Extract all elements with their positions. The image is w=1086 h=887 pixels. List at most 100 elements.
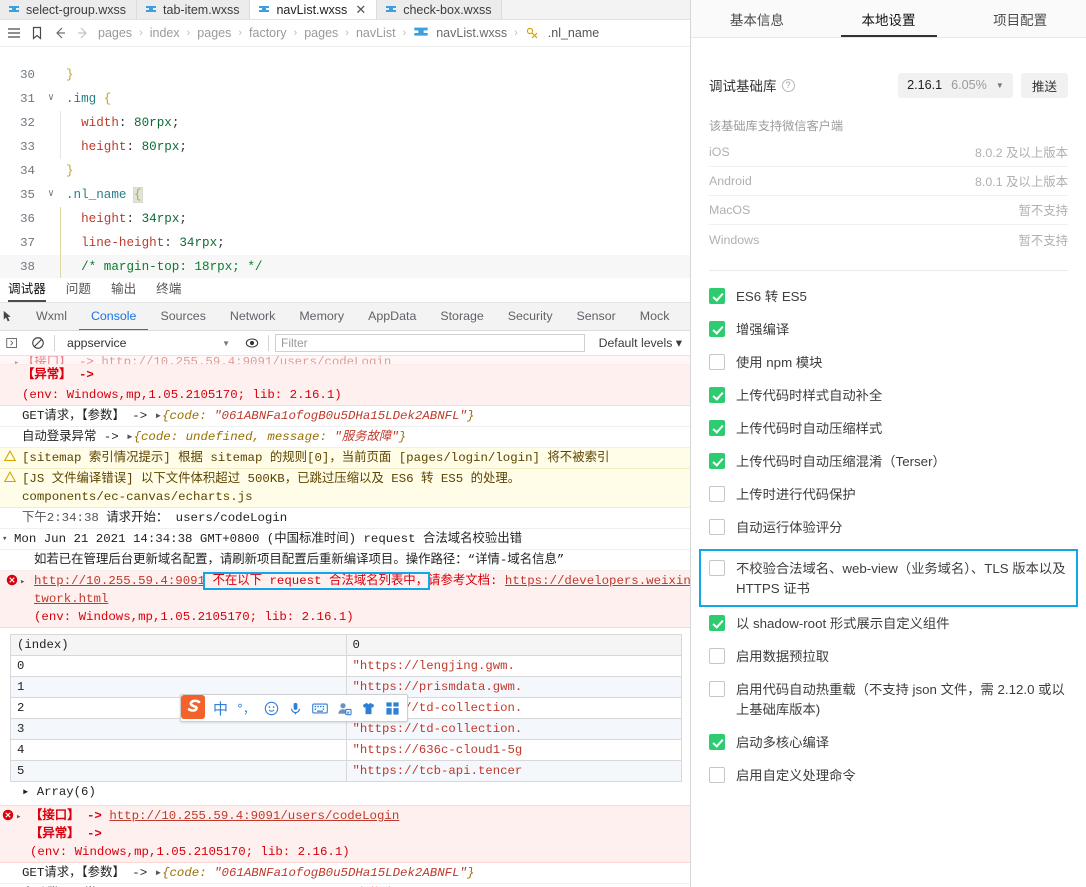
setting-autocomplete-styles[interactable]: 上传代码时样式自动补全 <box>709 386 1068 406</box>
checkbox[interactable] <box>709 734 725 750</box>
tab-project-config[interactable]: 项目配置 <box>954 0 1086 37</box>
user-account-icon[interactable] <box>337 701 352 716</box>
devtools-tab-sources[interactable]: Sources <box>148 303 217 331</box>
setting-es6-to-es5[interactable]: ES6 转 ES5 <box>709 287 1068 307</box>
bookmark-icon[interactable] <box>29 25 45 41</box>
setting-use-npm[interactable]: 使用 npm 模块 <box>709 353 1068 373</box>
console-row[interactable]: 自动登录异常 -> ▸{code: undefined, message: "服… <box>0 427 690 448</box>
console-row[interactable]: GET请求，【参数】 -> ▸{code: "061ABNFa1ofogB0u5… <box>0 863 690 884</box>
setting-code-protection[interactable]: 上传时进行代码保护 <box>709 485 1068 505</box>
breadcrumb-segment[interactable]: pages <box>98 26 132 40</box>
console-link[interactable]: http://10.255.59.4:9091/users/codeLogin <box>101 356 391 365</box>
setting-enhanced-compile[interactable]: 增强编译 <box>709 320 1068 340</box>
menu-icon[interactable] <box>6 25 22 41</box>
console-link[interactable]: http://10.255.59.4:9091/users/codeLogin <box>109 809 399 823</box>
toolbox-grid-icon[interactable] <box>385 701 400 716</box>
sogou-logo-icon[interactable] <box>177 690 211 724</box>
setting-multicore-compile[interactable]: 启动多核心编译 <box>709 733 1068 753</box>
console-doc-link[interactable]: https://developers.weixin.qq.com/ <box>505 574 690 588</box>
console-row[interactable]: GET请求，【参数】 -> ▸{code: "061ABNFa1ofogB0u5… <box>0 406 690 427</box>
tab-local-settings[interactable]: 本地设置 <box>823 0 955 37</box>
breadcrumb-segment[interactable]: pages <box>197 26 231 40</box>
expand-arrow-icon[interactable]: ▸ <box>155 866 162 880</box>
debugger-tab-debugger[interactable]: 调试器 <box>8 278 46 302</box>
punctuation-mode-icon[interactable]: °， <box>237 700 255 717</box>
skin-shirt-icon[interactable] <box>361 701 376 716</box>
devtools-tab-network[interactable]: Network <box>218 303 287 331</box>
breadcrumb-segment[interactable]: factory <box>249 26 287 40</box>
console-row-cut[interactable]: ▸ 【接口】 -> http://10.255.59.4:9091/users/… <box>0 356 690 365</box>
setting-auto-experience-score[interactable]: 自动运行体验评分 <box>709 518 1068 538</box>
collapse-arrow-icon[interactable]: ▾ <box>2 530 7 548</box>
console-row[interactable]: 如若已在管理后台更新域名配置，请刷新项目配置后重新编译项目。操作路径：“详情-域… <box>0 550 690 571</box>
debugger-tab-problems[interactable]: 问题 <box>66 278 91 302</box>
breadcrumb-segment-symbol[interactable]: .nl_name <box>548 26 599 40</box>
voice-input-icon[interactable] <box>288 701 303 716</box>
ime-toolbar[interactable]: 中 °， <box>180 694 408 722</box>
setting-data-prefetch[interactable]: 启用数据预拉取 <box>709 647 1068 667</box>
devtools-tab-mock[interactable]: Mock <box>628 303 682 331</box>
devtools-tab-security[interactable]: Security <box>496 303 565 331</box>
expand-arrow-icon[interactable]: ▸ <box>126 430 133 444</box>
expand-sidebar-icon[interactable] <box>2 337 22 349</box>
editor-tab[interactable]: select-group.wxss <box>0 0 137 19</box>
devtools-tab-storage[interactable]: Storage <box>428 303 495 331</box>
checkbox[interactable] <box>709 453 725 469</box>
expand-arrow-icon[interactable]: ▸ <box>16 808 21 826</box>
breadcrumb-segment[interactable]: navList <box>356 26 396 40</box>
code-editor[interactable]: 30 } 31 ∨ .img { 32 width: 80rpx; 33 hei… <box>0 47 690 278</box>
setting-minify-styles[interactable]: 上传代码时自动压缩样式 <box>709 419 1068 439</box>
chinese-mode-icon[interactable]: 中 <box>213 698 228 719</box>
tab-basic-info[interactable]: 基本信息 <box>691 0 823 37</box>
console-context-select[interactable]: appservice ▼ <box>61 336 236 350</box>
breadcrumb-segment[interactable]: index <box>150 26 180 40</box>
console-row-error[interactable]: ▸ 【接口】 -> http://10.255.59.4:9091/users/… <box>0 805 690 863</box>
base-library-version-select[interactable]: 2.16.1 6.05% ▼ <box>898 73 1013 98</box>
setting-minify-obfuscate[interactable]: 上传代码时自动压缩混淆（Terser） <box>709 452 1068 472</box>
breadcrumb-segment[interactable]: pages <box>304 26 338 40</box>
checkbox[interactable] <box>709 519 725 535</box>
console-doc-link-cont[interactable]: twork.html <box>34 592 108 606</box>
devtools-tab-appdata[interactable]: AppData <box>356 303 428 331</box>
console-row-warning[interactable]: [JS 文件编译错误] 以下文件体积超过 500KB，已跳过压缩以及 ES6 转… <box>0 469 690 508</box>
soft-keyboard-icon[interactable] <box>312 701 328 716</box>
editor-tab-active[interactable]: navList.wxss ✕ <box>250 0 377 19</box>
console-row-warning[interactable]: [sitemap 索引情况提示] 根据 sitemap 的规则[0]，当前页面 … <box>0 448 690 469</box>
checkbox[interactable] <box>709 681 725 697</box>
editor-tab[interactable]: check-box.wxss <box>377 0 502 19</box>
expand-arrow-icon[interactable]: ▸ <box>155 409 162 423</box>
devtools-tab-memory[interactable]: Memory <box>287 303 356 331</box>
devtools-tab-more[interactable]: A <box>681 303 690 331</box>
console-link[interactable]: http://10.255.59.4:9091 <box>34 574 205 588</box>
console-row-group[interactable]: ▾ Mon Jun 21 2021 14:34:38 GMT+0800 (中国标… <box>0 529 690 550</box>
checkbox[interactable] <box>709 288 725 304</box>
checkbox[interactable] <box>709 615 725 631</box>
help-icon[interactable]: ? <box>782 79 795 92</box>
inspect-element-icon[interactable] <box>2 310 16 324</box>
setting-skip-domain-check[interactable]: 不校验合法域名、web-view（业务域名）、TLS 版本以及 HTTPS 证书 <box>701 551 1076 605</box>
console-filter-input[interactable] <box>275 334 585 352</box>
devtools-tab-console[interactable]: Console <box>79 303 148 331</box>
console-array-summary[interactable]: ▸ Array(6) <box>10 782 682 803</box>
checkbox[interactable] <box>709 387 725 403</box>
fold-toggle[interactable]: ∨ <box>44 183 58 207</box>
console-output[interactable]: ▸ 【接口】 -> http://10.255.59.4:9091/users/… <box>0 356 690 887</box>
clear-console-icon[interactable] <box>28 336 48 350</box>
console-row[interactable]: 【异常】 -> <box>0 365 690 385</box>
devtools-tab-sensor[interactable]: Sensor <box>565 303 628 331</box>
setting-shadow-root[interactable]: 以 shadow-root 形式展示自定义组件 <box>709 614 1068 634</box>
close-icon[interactable]: ✕ <box>355 3 366 16</box>
checkbox[interactable] <box>709 354 725 370</box>
debugger-tab-output[interactable]: 输出 <box>111 278 136 302</box>
checkbox[interactable] <box>709 648 725 664</box>
devtools-tab-wxml[interactable]: Wxml <box>24 303 79 331</box>
back-arrow-icon[interactable] <box>52 25 68 41</box>
checkbox[interactable] <box>709 767 725 783</box>
checkbox[interactable] <box>709 486 725 502</box>
checkbox[interactable] <box>709 420 725 436</box>
setting-custom-command[interactable]: 启用自定义处理命令 <box>709 766 1068 786</box>
eye-icon[interactable] <box>242 336 262 350</box>
push-button[interactable]: 推送 <box>1021 73 1068 98</box>
console-row[interactable]: 下午2:34:38 请求开始： users/codeLogin <box>0 508 690 529</box>
editor-tab[interactable]: tab-item.wxss <box>137 0 250 19</box>
